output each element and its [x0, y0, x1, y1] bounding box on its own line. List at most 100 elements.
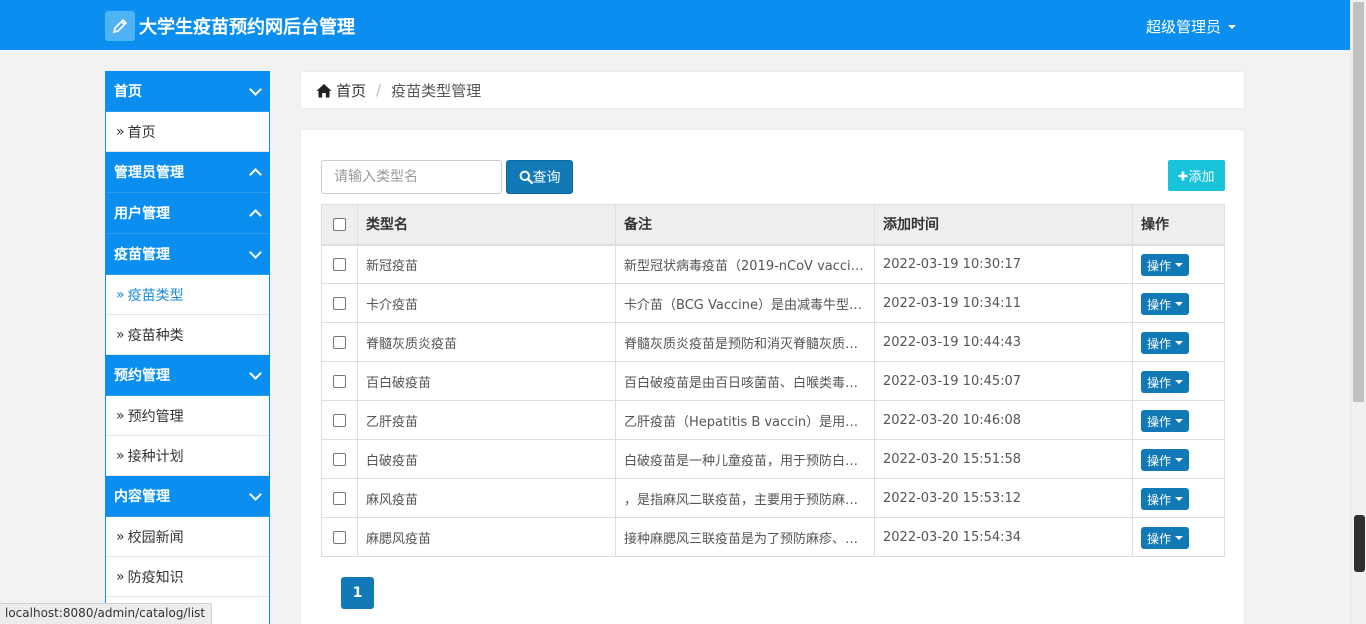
row-checkbox[interactable] — [333, 257, 346, 271]
query-button-label: 查询 — [532, 170, 561, 186]
side-widget — [1354, 515, 1365, 572]
user-menu-dropdown[interactable]: 超级管理员 — [1146, 16, 1236, 37]
row-select-cell — [321, 478, 358, 518]
query-button[interactable]: 查询 — [506, 160, 573, 194]
breadcrumb-separator: / — [376, 81, 382, 99]
cell-add-time: 2022-03-19 10:30:17 — [874, 244, 1133, 284]
sidebar-group-home[interactable]: 首页 — [106, 71, 269, 112]
user-name: 超级管理员 — [1145, 18, 1221, 36]
caret-down-icon — [1175, 302, 1183, 306]
cell-add-time: 2022-03-20 15:51:58 — [874, 439, 1133, 479]
sidebar-group-label: 首页 — [114, 84, 142, 100]
sidebar-item-appointments[interactable]: » 预约管理 — [106, 396, 269, 436]
sidebar-item-label: 疫苗类型 — [127, 287, 184, 304]
caret-down-icon — [1175, 419, 1183, 423]
double-chevron-icon: » — [116, 286, 125, 303]
sidebar-group-appointments[interactable]: 预约管理 — [106, 355, 269, 396]
cell-type-name: 卡介疫苗 — [357, 283, 616, 323]
add-button[interactable]: 添加 — [1168, 160, 1225, 191]
chevron-up-icon — [249, 208, 262, 222]
row-checkbox[interactable] — [333, 413, 346, 427]
row-checkbox[interactable] — [333, 491, 346, 505]
top-navbar: 大学生疫苗预约网后台管理 超级管理员 — [0, 0, 1350, 50]
sidebar-item-campus-news[interactable]: » 校园新闻 — [106, 517, 269, 557]
column-header-actions: 操作 — [1132, 204, 1225, 246]
cell-remark: 新型冠状病毒疫苗（2019-nCoV vaccine）... — [615, 244, 875, 284]
sidebar-item-label: 防疫知识 — [127, 569, 184, 586]
cell-type-name: 脊髓灰质炎疫苗 — [357, 322, 616, 362]
caret-down-icon — [1228, 24, 1236, 29]
row-select-cell — [321, 244, 358, 284]
search-input[interactable] — [321, 160, 502, 194]
sidebar-item-label: 预约管理 — [127, 408, 184, 425]
sidebar-group-content[interactable]: 内容管理 — [106, 476, 269, 517]
action-label: 操作 — [1146, 492, 1171, 507]
brand[interactable]: 大学生疫苗预约网后台管理 — [105, 11, 355, 41]
sidebar-item-vaccine-types[interactable]: » 疫苗类型 — [106, 275, 269, 315]
cell-add-time: 2022-03-20 15:54:34 — [874, 517, 1133, 557]
home-icon — [316, 83, 332, 98]
cell-actions: 操作 — [1132, 439, 1225, 479]
sidebar-item-vaccine-kinds[interactable]: » 疫苗种类 — [106, 315, 269, 355]
cell-actions: 操作 — [1132, 322, 1225, 362]
double-chevron-icon: » — [116, 326, 125, 343]
cell-actions: 操作 — [1132, 478, 1225, 518]
row-action-dropdown[interactable]: 操作 — [1141, 449, 1189, 471]
row-select-cell — [321, 283, 358, 323]
cell-actions: 操作 — [1132, 283, 1225, 323]
cell-actions: 操作 — [1132, 361, 1225, 401]
sidebar-group-label: 预约管理 — [114, 368, 170, 384]
double-chevron-icon: » — [116, 407, 125, 424]
add-button-label: 添加 — [1188, 170, 1215, 185]
chevron-up-icon — [249, 167, 262, 181]
cell-add-time: 2022-03-20 15:53:12 — [874, 478, 1133, 518]
row-action-dropdown[interactable]: 操作 — [1141, 527, 1189, 549]
sidebar-group-admins[interactable]: 管理员管理 — [106, 152, 269, 193]
status-bar-url: localhost:8080/admin/catalog/list — [0, 603, 213, 624]
row-checkbox[interactable] — [333, 335, 346, 349]
row-action-dropdown[interactable]: 操作 — [1141, 332, 1189, 354]
cell-type-name: 麻腮风疫苗 — [357, 517, 616, 557]
row-action-dropdown[interactable]: 操作 — [1141, 410, 1189, 432]
row-checkbox[interactable] — [333, 530, 346, 544]
double-chevron-icon: » — [116, 528, 125, 545]
action-label: 操作 — [1146, 531, 1171, 546]
row-checkbox[interactable] — [333, 374, 346, 388]
cell-add-time: 2022-03-19 10:34:11 — [874, 283, 1133, 323]
caret-down-icon — [1175, 497, 1183, 501]
select-all-checkbox[interactable] — [333, 217, 346, 231]
row-checkbox[interactable] — [333, 296, 346, 310]
table-header-row: 类型名 备注 添加时间 操作 — [321, 204, 1225, 246]
action-label: 操作 — [1146, 414, 1171, 429]
row-action-dropdown[interactable]: 操作 — [1141, 254, 1189, 277]
search-icon — [519, 170, 533, 184]
pagination-page-1[interactable]: 1 — [341, 577, 374, 609]
sidebar-item-label: 首页 — [127, 124, 156, 141]
app-title: 大学生疫苗预约网后台管理 — [139, 17, 355, 38]
cell-add-time: 2022-03-19 10:45:07 — [874, 361, 1133, 401]
sidebar-item-vaccination-plan[interactable]: » 接种计划 — [106, 436, 269, 476]
cell-remark: 乙肝疫苗（Hepatitis B vaccin）是用于预... — [615, 400, 875, 440]
action-label: 操作 — [1146, 375, 1171, 390]
sidebar-item-epidemic-knowledge[interactable]: » 防疫知识 — [106, 557, 269, 597]
table-row: 新冠疫苗 新型冠状病毒疫苗（2019-nCoV vaccine）... 2022… — [321, 244, 1225, 284]
breadcrumb-home-link[interactable]: 首页 — [336, 80, 366, 101]
table-row: 卡介疫苗 卡介苗（BCG Vaccine）是由减毒牛型结核... 2022-03… — [321, 283, 1225, 323]
sidebar-group-label: 用户管理 — [114, 206, 170, 222]
row-checkbox[interactable] — [333, 452, 346, 466]
sidebar-item-label: 接种计划 — [127, 448, 184, 465]
double-chevron-icon: » — [116, 568, 125, 585]
sidebar-item-home[interactable]: » 首页 — [106, 112, 269, 152]
row-action-dropdown[interactable]: 操作 — [1141, 488, 1189, 510]
sidebar-group-vaccines[interactable]: 疫苗管理 — [106, 234, 269, 275]
action-label: 操作 — [1146, 258, 1171, 273]
caret-down-icon — [1175, 380, 1183, 384]
pencil-icon — [105, 11, 135, 41]
sidebar-group-users[interactable]: 用户管理 — [106, 193, 269, 234]
row-action-dropdown[interactable]: 操作 — [1141, 293, 1189, 315]
cell-remark: 百白破疫苗是由百日咳菌苗、白喉类毒素及... — [615, 361, 875, 401]
row-action-dropdown[interactable]: 操作 — [1141, 371, 1189, 393]
table-row: 脊髓灰质炎疫苗 脊髓灰质炎疫苗是预防和消灭脊髓灰质炎的... 2022-03-1… — [321, 322, 1225, 362]
scrollbar-thumb[interactable] — [1353, 2, 1364, 402]
sidebar-item-label: 疫苗种类 — [127, 327, 184, 344]
